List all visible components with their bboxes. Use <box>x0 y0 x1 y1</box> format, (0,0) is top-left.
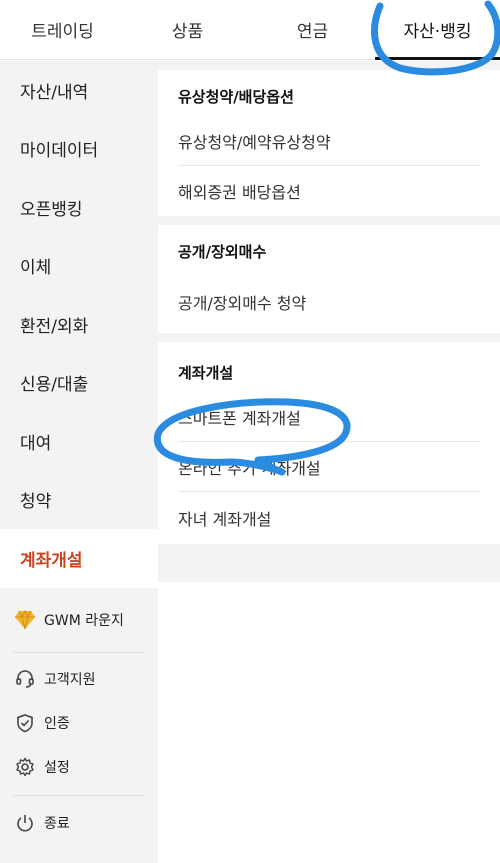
power-icon <box>14 812 36 834</box>
sidebar-item-credit-loan[interactable]: 신용/대출 <box>0 354 158 413</box>
sidebar-item-label: 자산/내역 <box>20 82 89 103</box>
certification-label: 인증 <box>44 715 70 732</box>
sidebar-item-label: 계좌개설 <box>20 550 83 571</box>
divider <box>14 651 144 653</box>
tab-trading[interactable]: 트레이딩 <box>0 0 125 59</box>
section-rights-offering: 유상청약/배당옵션 유상청약/예약유상청약 해외증권 배당옵션 <box>158 70 500 216</box>
settings-link[interactable]: 설정 <box>14 745 144 789</box>
sidebar-item-lending[interactable]: 대여 <box>0 412 158 471</box>
sidebar-item-exchange[interactable]: 환전/외화 <box>0 295 158 354</box>
tab-pension-label: 연금 <box>296 22 329 42</box>
menu-item-overseas-dividend[interactable]: 해외증권 배당옵션 <box>178 166 480 216</box>
sidebar-item-label: 신용/대출 <box>20 375 89 396</box>
tab-assets-banking[interactable]: 자산·뱅킹 <box>375 0 500 60</box>
gwm-lounge-label: GWM 라운지 <box>44 612 124 629</box>
section-tender-offer: 공개/장외매수 공개/장외매수 청약 <box>158 225 500 333</box>
tab-products-label: 상품 <box>171 22 204 42</box>
customer-support-link[interactable]: 고객지원 <box>14 657 144 701</box>
gwm-lounge-link[interactable]: GWM 라운지 <box>14 588 144 652</box>
menu-item-label: 해외증권 배당옵션 <box>178 183 301 202</box>
sidebar-item-subscription[interactable]: 청약 <box>0 471 158 530</box>
menu-item-label: 자녀 계좌개설 <box>178 510 272 529</box>
menu-item-label: 온라인 추가 계좌개설 <box>178 458 321 478</box>
section-account-opening: 계좌개설 스마트폰 계좌개설 온라인 추가 계좌개설 자녀 계좌개설 <box>158 342 500 544</box>
section-title: 공개/장외매수 <box>178 243 267 261</box>
menu-item-online-additional-account[interactable]: 온라인 추가 계좌개설 <box>178 442 480 492</box>
sidebar-item-open-banking[interactable]: 오픈뱅킹 <box>0 178 158 237</box>
sidebar-item-assets-history[interactable]: 자산/내역 <box>0 61 158 120</box>
sidebar-item-account-opening[interactable]: 계좌개설 <box>0 529 158 588</box>
sidebar-item-label: 이체 <box>20 258 52 279</box>
menu-item-child-account[interactable]: 자녀 계좌개설 <box>178 492 480 544</box>
exit-label: 종료 <box>44 815 70 832</box>
active-tab-underline <box>375 57 500 60</box>
tab-pension[interactable]: 연금 <box>250 0 375 59</box>
certification-link[interactable]: 인증 <box>14 701 144 745</box>
sidebar-extras: GWM 라운지 고객지원 인증 설정 종료 <box>0 588 158 850</box>
customer-support-label: 고객지원 <box>44 671 96 688</box>
menu-item-label: 스마트폰 계좌개설 <box>178 408 301 428</box>
gear-icon <box>14 756 36 778</box>
sidebar-item-transfer[interactable]: 이체 <box>0 237 158 296</box>
tab-trading-label: 트레이딩 <box>31 22 94 42</box>
settings-label: 설정 <box>44 759 70 776</box>
section-title: 계좌개설 <box>178 364 234 382</box>
menu-item-smartphone-account[interactable]: 스마트폰 계좌개설 <box>178 392 480 442</box>
section-title: 유상청약/배당옵션 <box>178 88 294 106</box>
sidebar-item-label: 환전/외화 <box>20 316 89 337</box>
menu-item-label: 공개/장외매수 청약 <box>178 294 307 313</box>
sidebar-item-label: 대여 <box>20 433 52 454</box>
content-panel: 유상청약/배당옵션 유상청약/예약유상청약 해외증권 배당옵션 공개/장외매수 … <box>158 61 500 863</box>
sidebar-item-label: 청약 <box>20 492 52 513</box>
empty-area <box>158 582 500 863</box>
exit-link[interactable]: 종료 <box>14 796 144 850</box>
tab-assets-banking-label: 자산·뱅킹 <box>403 22 472 42</box>
menu-item-tender-offer[interactable]: 공개/장외매수 청약 <box>178 271 480 333</box>
sidebar: 자산/내역 마이데이터 오픈뱅킹 이체 환전/외화 신용/대출 대여 청약 계좌… <box>0 61 158 863</box>
menu-item-rights-offering[interactable]: 유상청약/예약유상청약 <box>178 116 480 166</box>
headset-icon <box>14 668 36 690</box>
menu-item-label: 유상청약/예약유상청약 <box>178 132 331 152</box>
shield-check-icon <box>14 712 36 734</box>
top-tab-bar: 트레이딩 상품 연금 자산·뱅킹 <box>0 0 500 60</box>
tab-products[interactable]: 상품 <box>125 0 250 59</box>
diamond-icon <box>14 609 36 631</box>
sidebar-item-label: 오픈뱅킹 <box>20 199 83 220</box>
sidebar-item-label: 마이데이터 <box>20 141 99 162</box>
sidebar-item-mydata[interactable]: 마이데이터 <box>0 120 158 179</box>
